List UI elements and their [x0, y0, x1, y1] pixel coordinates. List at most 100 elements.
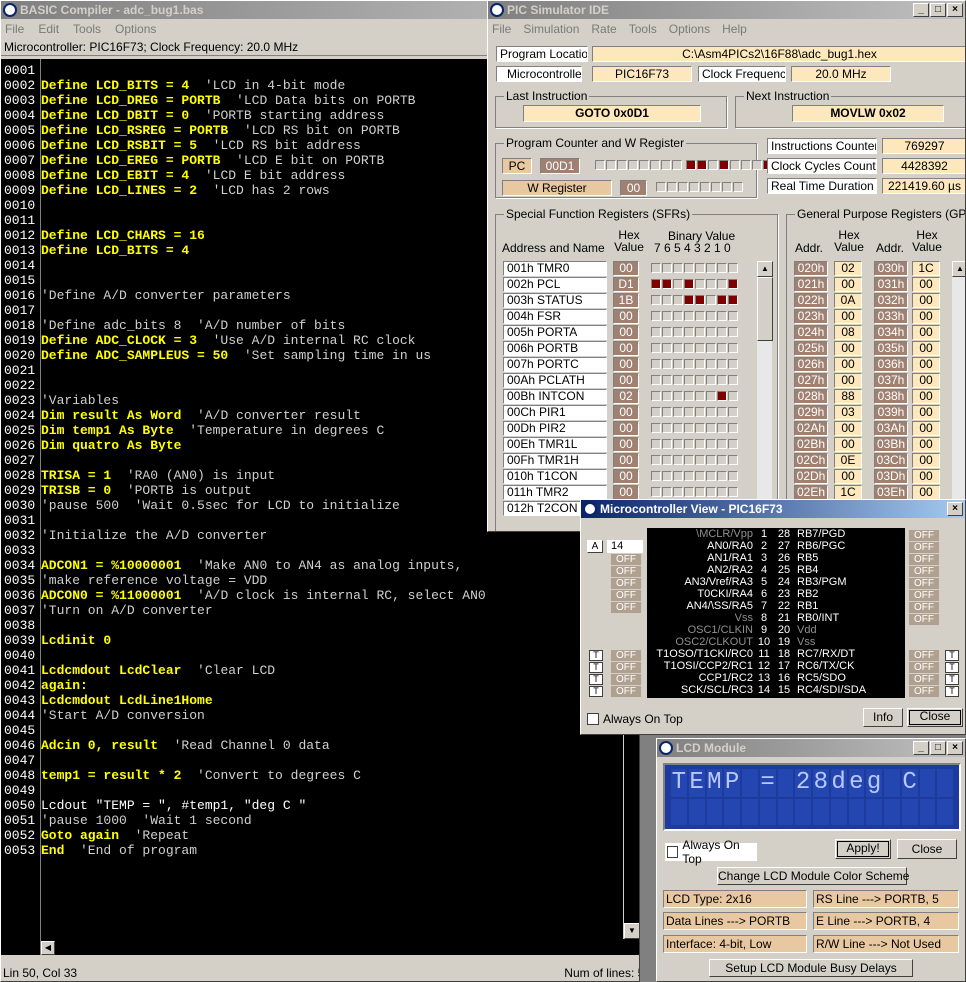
port-a-toggle[interactable]: A [587, 540, 603, 553]
menu-file[interactable]: File [5, 22, 24, 36]
gpr-hex: 00 [834, 373, 862, 388]
scroll-thumb[interactable] [757, 277, 773, 341]
pin-toggle-right[interactable]: T [945, 662, 959, 673]
scroll-left-arrow[interactable]: ◀ [41, 941, 55, 955]
sfr-bit [662, 327, 672, 337]
scroll-down-arrow[interactable]: ▼ [624, 923, 639, 939]
mcu-always-on-top[interactable]: Always On Top [587, 712, 683, 726]
sfr-vscroll[interactable]: ▲ [756, 261, 773, 531]
code-line: 0047 [1, 753, 621, 768]
scroll-up-arrow[interactable]: ▲ [952, 261, 965, 277]
pin-toggle-left[interactable]: T [589, 662, 603, 673]
sfr-bit [684, 391, 694, 401]
code-text: Define LCD_RSBIT = 5 [41, 138, 198, 153]
sfr-bit [717, 375, 727, 385]
lcd-char [706, 799, 723, 825]
sim-menu-options[interactable]: Options [669, 22, 710, 36]
sfr-col-hex: Hex Value [614, 228, 644, 254]
pc-value: 00D1 [540, 158, 580, 174]
sfr-bit [728, 263, 738, 273]
sfr-bit [717, 359, 727, 369]
line-number: 0009 [4, 183, 36, 198]
sim-menu-simulation[interactable]: Simulation [523, 22, 579, 36]
gpr-vscroll[interactable]: ▲ [951, 261, 965, 531]
lcd-char: C [901, 769, 918, 797]
code-line: 0038 [1, 618, 621, 633]
gpr-addr: 03Ch [874, 453, 908, 468]
close-icon[interactable]: × [947, 3, 963, 17]
lcd-titlebar[interactable]: LCD Module _ □ × [657, 739, 965, 757]
line-number: 0025 [4, 423, 36, 438]
pin-state-right: OFF [909, 578, 939, 589]
code-comment: 'Use A/D internal RC clock [197, 333, 416, 348]
sfr-bit [695, 279, 705, 289]
pin-toggle-right[interactable]: T [945, 674, 959, 685]
minimize-icon[interactable]: _ [913, 3, 929, 17]
lcd-char: P [724, 769, 740, 797]
program-location-label: Program Location [496, 46, 588, 62]
sfr-bit [673, 407, 683, 417]
line-number: 0011 [4, 213, 36, 228]
sim-menu-rate[interactable]: Rate [591, 22, 616, 36]
busy-delays-button[interactable]: Setup LCD Module Busy Delays [709, 959, 913, 977]
lcd-always-on-top[interactable]: Always On Top [665, 838, 757, 866]
sim-menu-tools[interactable]: Tools [629, 22, 657, 36]
sfr-bit [728, 295, 738, 305]
close-icon[interactable]: × [947, 741, 963, 755]
gpr-addr: 026h [794, 357, 828, 372]
sfr-bit [706, 423, 716, 433]
sfr-bit [695, 455, 705, 465]
pin-label-left: AN3/Vref/RA3 [684, 576, 753, 588]
pc-bit-4 [639, 160, 649, 170]
pin-number-right: 23 [777, 588, 791, 600]
sim-titlebar[interactable]: PIC Simulator IDE _ □ × [488, 1, 965, 19]
sfr-row: 003h STATUS 1B [503, 293, 753, 309]
mcu-info-button[interactable]: Info [863, 708, 903, 727]
maximize-icon[interactable]: □ [930, 3, 946, 17]
pin-toggle-left[interactable]: T [589, 686, 603, 697]
change-color-scheme-button[interactable]: Change LCD Module Color Scheme [717, 867, 909, 885]
pin-number-left: 3 [760, 552, 768, 564]
sfr-bit [728, 359, 738, 369]
sim-menu-file[interactable]: File [492, 22, 511, 36]
pin-number-left: 7 [760, 600, 768, 612]
mcu-close-button[interactable]: Close [907, 708, 963, 727]
editor-hscroll[interactable]: ◀ [41, 941, 623, 955]
sfr-bit [673, 343, 683, 353]
code-comment: 'make reference voltage = VDD [41, 573, 268, 588]
lcd-char [901, 799, 918, 825]
lcd-close-button[interactable]: Close [897, 839, 957, 859]
mcu-titlebar[interactable]: Microcontroller View - PIC16F73 × [581, 500, 965, 518]
next-instruction-group: Next Instruction MOVLW 0x02 [735, 89, 965, 128]
pin-number-left: 8 [760, 612, 768, 624]
scroll-up-arrow[interactable]: ▲ [757, 261, 773, 277]
sfr-bit [673, 263, 683, 273]
sfr-bit [673, 471, 683, 481]
sfr-hex: 00 [613, 309, 639, 324]
minimize-icon[interactable]: _ [913, 741, 929, 755]
close-icon[interactable]: × [947, 502, 963, 516]
pin-toggle-right[interactable]: T [945, 650, 959, 661]
menu-options[interactable]: Options [115, 22, 156, 36]
sfr-name: 004h FSR [503, 309, 607, 324]
sfr-row: 00Ch PIR1 00 [503, 405, 753, 421]
pin-label-left: OSC1/CLKIN [687, 624, 753, 636]
lcd-apply-button[interactable]: Apply! [835, 839, 891, 859]
maximize-icon[interactable]: □ [930, 741, 946, 755]
pin-label-right: RB5 [797, 552, 819, 564]
sfr-bit [684, 295, 694, 305]
gpr-addr: 03Eh [874, 485, 908, 500]
pin-toggle-right[interactable]: T [945, 686, 959, 697]
sfr-name: 002h PCL [503, 277, 607, 292]
menu-edit[interactable]: Edit [38, 22, 59, 36]
pin-number-right: 15 [777, 684, 791, 696]
checkbox-icon[interactable] [667, 846, 679, 858]
menu-tools[interactable]: Tools [73, 22, 101, 36]
checkbox-icon[interactable] [587, 713, 599, 725]
pin-toggle-left[interactable]: T [589, 650, 603, 661]
line-number: 0005 [4, 123, 36, 138]
pin-toggle-left[interactable]: T [589, 674, 603, 685]
sfr-row: 004h FSR 00 [503, 309, 753, 325]
sim-menu-help[interactable]: Help [722, 22, 747, 36]
code-line: 0036 ADCON0 = %11000001 'A/D clock is int… [1, 588, 621, 603]
